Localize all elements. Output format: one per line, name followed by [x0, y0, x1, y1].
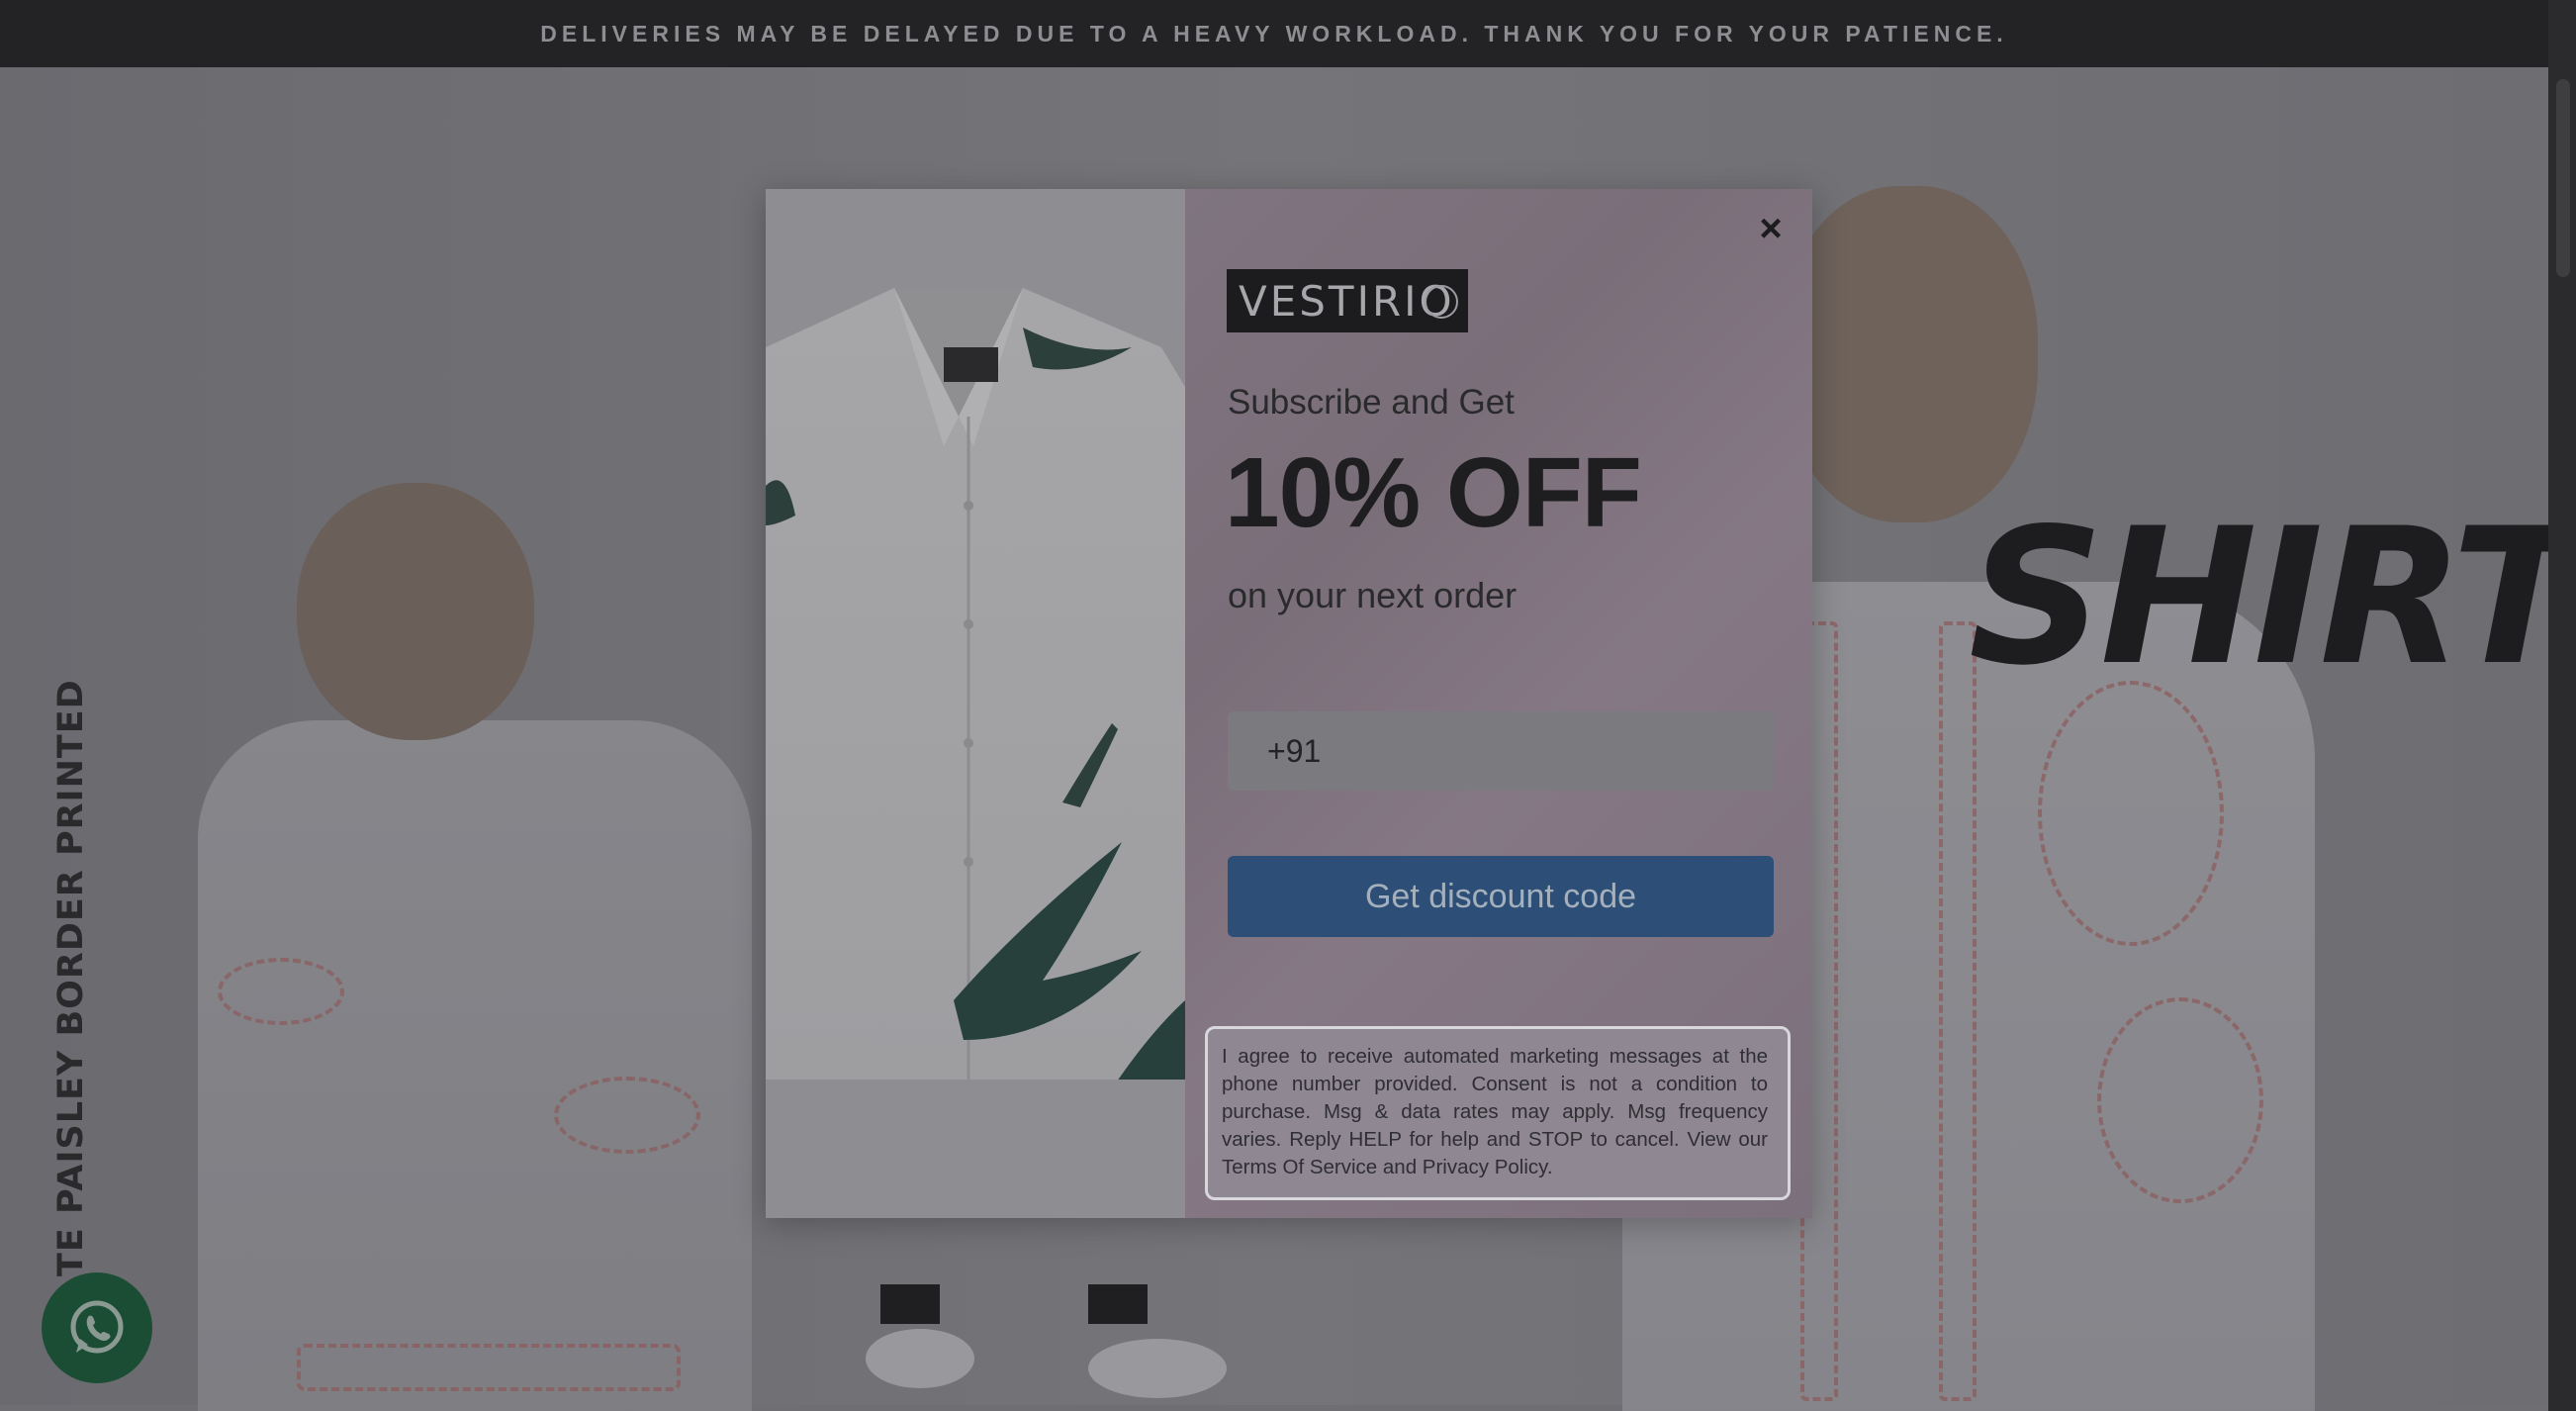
logo-mark-icon	[1425, 285, 1458, 319]
paisley-pattern	[2097, 997, 2263, 1203]
whatsapp-icon	[70, 1300, 124, 1354]
modal-content: × VESTIRIO Subscribe and Get 10% OFF on …	[1185, 189, 1812, 1218]
model-left-image	[198, 720, 752, 1411]
brand-logo-text: VESTIRIO	[1239, 276, 1455, 326]
modal-product-image	[766, 189, 1185, 1218]
get-discount-button[interactable]: Get discount code	[1228, 856, 1774, 937]
model-right-head	[1781, 186, 2038, 522]
paisley-pattern	[297, 1344, 681, 1391]
subscribe-modal: × VESTIRIO Subscribe and Get 10% OFF on …	[766, 189, 1812, 1218]
consent-text: I agree to receive automated marketing m…	[1205, 1026, 1791, 1200]
paisley-pattern	[1939, 621, 1977, 1401]
scrollbar-thumb[interactable]	[2556, 79, 2570, 277]
page: SHIRT TE PAISLEY BORDER PRINTED DELIVERI…	[0, 0, 2576, 1411]
hero-vertical-title: TE PAISLEY BORDER PRINTED	[51, 679, 91, 1276]
paisley-pattern	[218, 958, 344, 1025]
modal-tagline: on your next order	[1228, 575, 1518, 615]
model-left-head	[297, 483, 534, 740]
model-shoes	[866, 1284, 1227, 1398]
paisley-pattern	[2038, 681, 2224, 946]
shirt-image	[766, 288, 1185, 1080]
announcement-text: DELIVERIES MAY BE DELAYED DUE TO A HEAVY…	[540, 20, 2008, 47]
whatsapp-button[interactable]	[42, 1272, 152, 1383]
modal-subtitle: Subscribe and Get	[1228, 383, 1515, 422]
phone-input[interactable]	[1228, 711, 1774, 791]
hero-headline: SHIRT	[1969, 488, 2576, 706]
scrollbar[interactable]	[2548, 0, 2576, 1411]
discount-headline: 10% OFF	[1225, 437, 1642, 548]
announcement-bar: DELIVERIES MAY BE DELAYED DUE TO A HEAVY…	[0, 0, 2548, 67]
brand-logo: VESTIRIO	[1227, 269, 1468, 332]
paisley-pattern	[554, 1077, 700, 1154]
close-icon[interactable]: ×	[1749, 207, 1793, 250]
